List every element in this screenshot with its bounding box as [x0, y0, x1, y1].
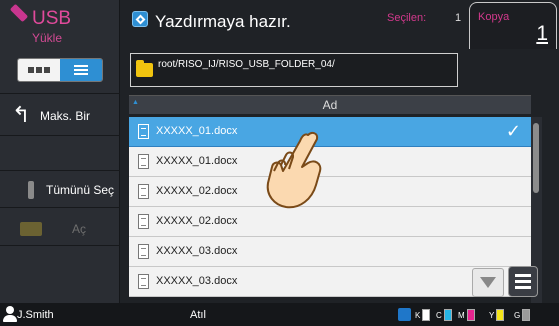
- document-icon: [138, 184, 149, 199]
- select-all-button[interactable]: Tümünü Seç: [0, 170, 120, 207]
- machine-status: Atıl: [190, 309, 206, 321]
- ink-status-icon[interactable]: [398, 308, 411, 321]
- max-one-button[interactable]: ↰ Maks. Bir: [0, 93, 120, 135]
- file-row[interactable]: XXXXX_02.docx: [129, 207, 531, 237]
- document-icon: [138, 124, 149, 139]
- selected-count: 1: [455, 12, 462, 24]
- ink-label: M: [458, 310, 465, 320]
- open-button[interactable]: Aç: [0, 207, 120, 245]
- thumbnail-view-button[interactable]: [18, 59, 60, 81]
- menu-icon: [515, 274, 531, 277]
- user-icon: [3, 306, 17, 323]
- folder-icon: [20, 222, 42, 236]
- usb-pen-icon: [9, 3, 29, 23]
- return-arrow-icon: ↰: [12, 102, 31, 127]
- usb-header: USB Yükle: [0, 0, 120, 55]
- ink-swatch: [443, 309, 452, 321]
- file-row[interactable]: XXXXX_02.docx: [129, 177, 531, 207]
- grid-view-icon: [28, 67, 50, 73]
- file-list: XXXXX_01.docx ✓ XXXXX_01.docx XXXXX_02.d…: [129, 117, 531, 297]
- usb-title: USB: [32, 8, 72, 29]
- ink-swatch: [522, 309, 531, 321]
- ready-status-icon: [132, 11, 148, 27]
- copies-field[interactable]: Kopya 1: [469, 2, 557, 49]
- user-name: J.Smith: [17, 309, 54, 321]
- folder-icon: [136, 60, 153, 77]
- file-name: XXXXX_02.docx: [156, 215, 238, 227]
- status-message: Yazdırmaya hazır.: [155, 12, 291, 31]
- ink-level-k: K: [415, 308, 431, 322]
- ink-level-y: Y: [489, 308, 505, 322]
- list-view-icon: [74, 65, 88, 75]
- scroll-thumb[interactable]: [533, 123, 539, 193]
- ink-label: G: [514, 310, 521, 320]
- checkmark-icon: ✓: [505, 121, 521, 141]
- file-name: XXXXX_01.docx: [156, 155, 238, 167]
- sidebar-empty-slot: [0, 135, 120, 170]
- selected-label: Seçilen:: [387, 12, 427, 24]
- sidebar-empty-slot: [0, 245, 120, 303]
- ink-level-c: C: [436, 308, 452, 322]
- scroll-down-button[interactable]: [472, 268, 504, 297]
- folder-path-display: root/RISO_IJ/RISO_USB_FOLDER_04/: [130, 53, 458, 87]
- ink-label: Y: [489, 310, 495, 320]
- copies-label: Kopya: [478, 11, 510, 23]
- ink-swatch: [496, 309, 505, 321]
- file-name: XXXXX_02.docx: [156, 185, 238, 197]
- ink-label: C: [436, 310, 442, 320]
- document-icon: [138, 214, 149, 229]
- name-column-label: Ad: [322, 98, 338, 112]
- file-row[interactable]: XXXXX_01.docx ✓: [129, 117, 531, 147]
- folder-path-text: root/RISO_IJ/RISO_USB_FOLDER_04/: [158, 59, 335, 70]
- ink-level-m: M: [458, 308, 475, 322]
- file-name: XXXXX_03.docx: [156, 245, 238, 257]
- file-row[interactable]: XXXXX_01.docx: [129, 147, 531, 177]
- name-column-header[interactable]: ▲ Ad: [129, 95, 531, 114]
- file-name: XXXXX_01.docx: [156, 125, 238, 137]
- list-view-button[interactable]: [60, 59, 102, 81]
- select-all-label: Tümünü Seç: [46, 183, 115, 197]
- copies-value: 1: [536, 22, 548, 45]
- document-icon: [138, 244, 149, 259]
- ink-swatch: [466, 309, 475, 321]
- down-arrow-icon: [480, 277, 496, 288]
- sidebar: USB Yükle ↰ Maks. Bir Tümünü Seç Aç: [0, 0, 120, 303]
- ink-level-g: G: [514, 308, 531, 322]
- ink-label: K: [415, 310, 421, 320]
- status-bar: J.Smith Atıl K C M Y G: [0, 303, 559, 326]
- usb-subtitle: Yükle: [32, 31, 63, 45]
- max-one-label: Maks. Bir: [40, 109, 91, 123]
- select-all-indicator-icon: [28, 181, 34, 199]
- file-row[interactable]: XXXXX_03.docx: [129, 267, 531, 297]
- menu-button[interactable]: [508, 266, 538, 297]
- document-icon: [138, 274, 149, 289]
- open-label: Aç: [72, 222, 87, 236]
- file-row[interactable]: XXXXX_03.docx: [129, 237, 531, 267]
- document-icon: [138, 154, 149, 169]
- view-toggle: [17, 58, 103, 82]
- ink-swatch: [422, 309, 431, 321]
- file-name: XXXXX_03.docx: [156, 275, 238, 287]
